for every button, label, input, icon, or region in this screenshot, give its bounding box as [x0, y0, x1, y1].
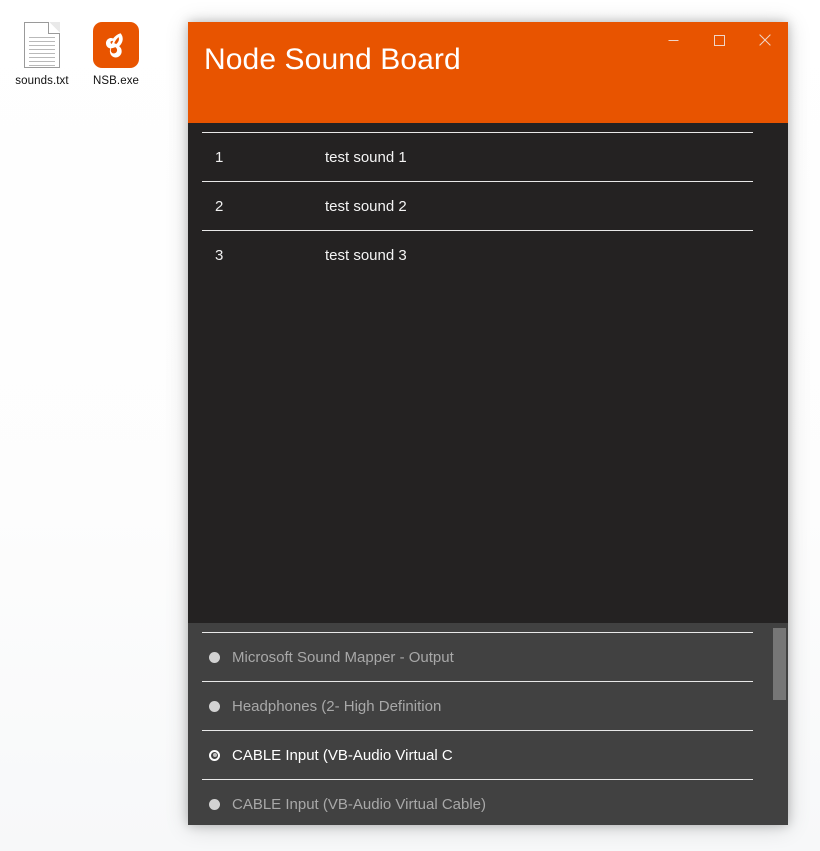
close-button[interactable] [742, 22, 788, 58]
sound-index: 1 [215, 148, 224, 166]
sound-index: 2 [215, 197, 224, 215]
minimize-button[interactable] [650, 22, 696, 58]
desktop-icon-nsb-exe[interactable]: NSB.exe [78, 18, 154, 88]
radio-button-icon[interactable] [209, 651, 220, 663]
sound-list: 1 test sound 1 2 test sound 2 3 test sou… [188, 123, 788, 623]
device-row[interactable]: Headphones (2- High Definition [202, 681, 753, 730]
radio-button-icon[interactable] [209, 700, 220, 712]
sound-index: 3 [215, 246, 224, 264]
radio-button-selected-icon[interactable] [209, 749, 220, 761]
device-row[interactable]: Microsoft Sound Mapper - Output [202, 632, 753, 681]
output-device-list: Microsoft Sound Mapper - Output Headphon… [188, 623, 788, 825]
scrollbar-thumb[interactable] [773, 628, 786, 700]
desktop-icon-label: sounds.txt [15, 75, 69, 87]
desktop-background: sounds.txt NSB.exe Node Sound Board 1 te… [0, 0, 820, 851]
radio-button-icon[interactable] [209, 798, 220, 810]
sound-row[interactable]: 2 test sound 2 [202, 181, 753, 230]
app-title: Node Sound Board [204, 43, 461, 76]
device-name: CABLE Input (VB-Audio Virtual C [232, 746, 453, 764]
device-list-scrollbar[interactable] [771, 623, 788, 825]
sound-name: test sound 1 [325, 148, 407, 166]
maximize-button[interactable] [696, 22, 742, 58]
device-row[interactable]: CABLE Input (VB-Audio Virtual Cable) [202, 779, 753, 825]
device-row-selected[interactable]: CABLE Input (VB-Audio Virtual C [202, 730, 753, 779]
sound-name: test sound 2 [325, 197, 407, 215]
sound-name: test sound 3 [325, 246, 407, 264]
desktop-icon-sounds-txt[interactable]: sounds.txt [4, 18, 80, 88]
window-title-bar[interactable]: Node Sound Board [188, 22, 788, 123]
device-name: CABLE Input (VB-Audio Virtual Cable) [232, 795, 487, 813]
desktop-icon-label: NSB.exe [92, 75, 140, 87]
node-sound-board-app-icon [78, 18, 154, 72]
sound-row[interactable]: 3 test sound 3 [202, 230, 753, 279]
text-file-icon [4, 18, 80, 72]
node-sound-board-window: Node Sound Board 1 test sound 1 2 test s… [188, 22, 788, 825]
device-name: Microsoft Sound Mapper - Output [232, 648, 454, 666]
sound-row[interactable]: 1 test sound 1 [202, 132, 753, 181]
device-name: Headphones (2- High Definition [232, 697, 442, 715]
window-controls [650, 22, 788, 58]
